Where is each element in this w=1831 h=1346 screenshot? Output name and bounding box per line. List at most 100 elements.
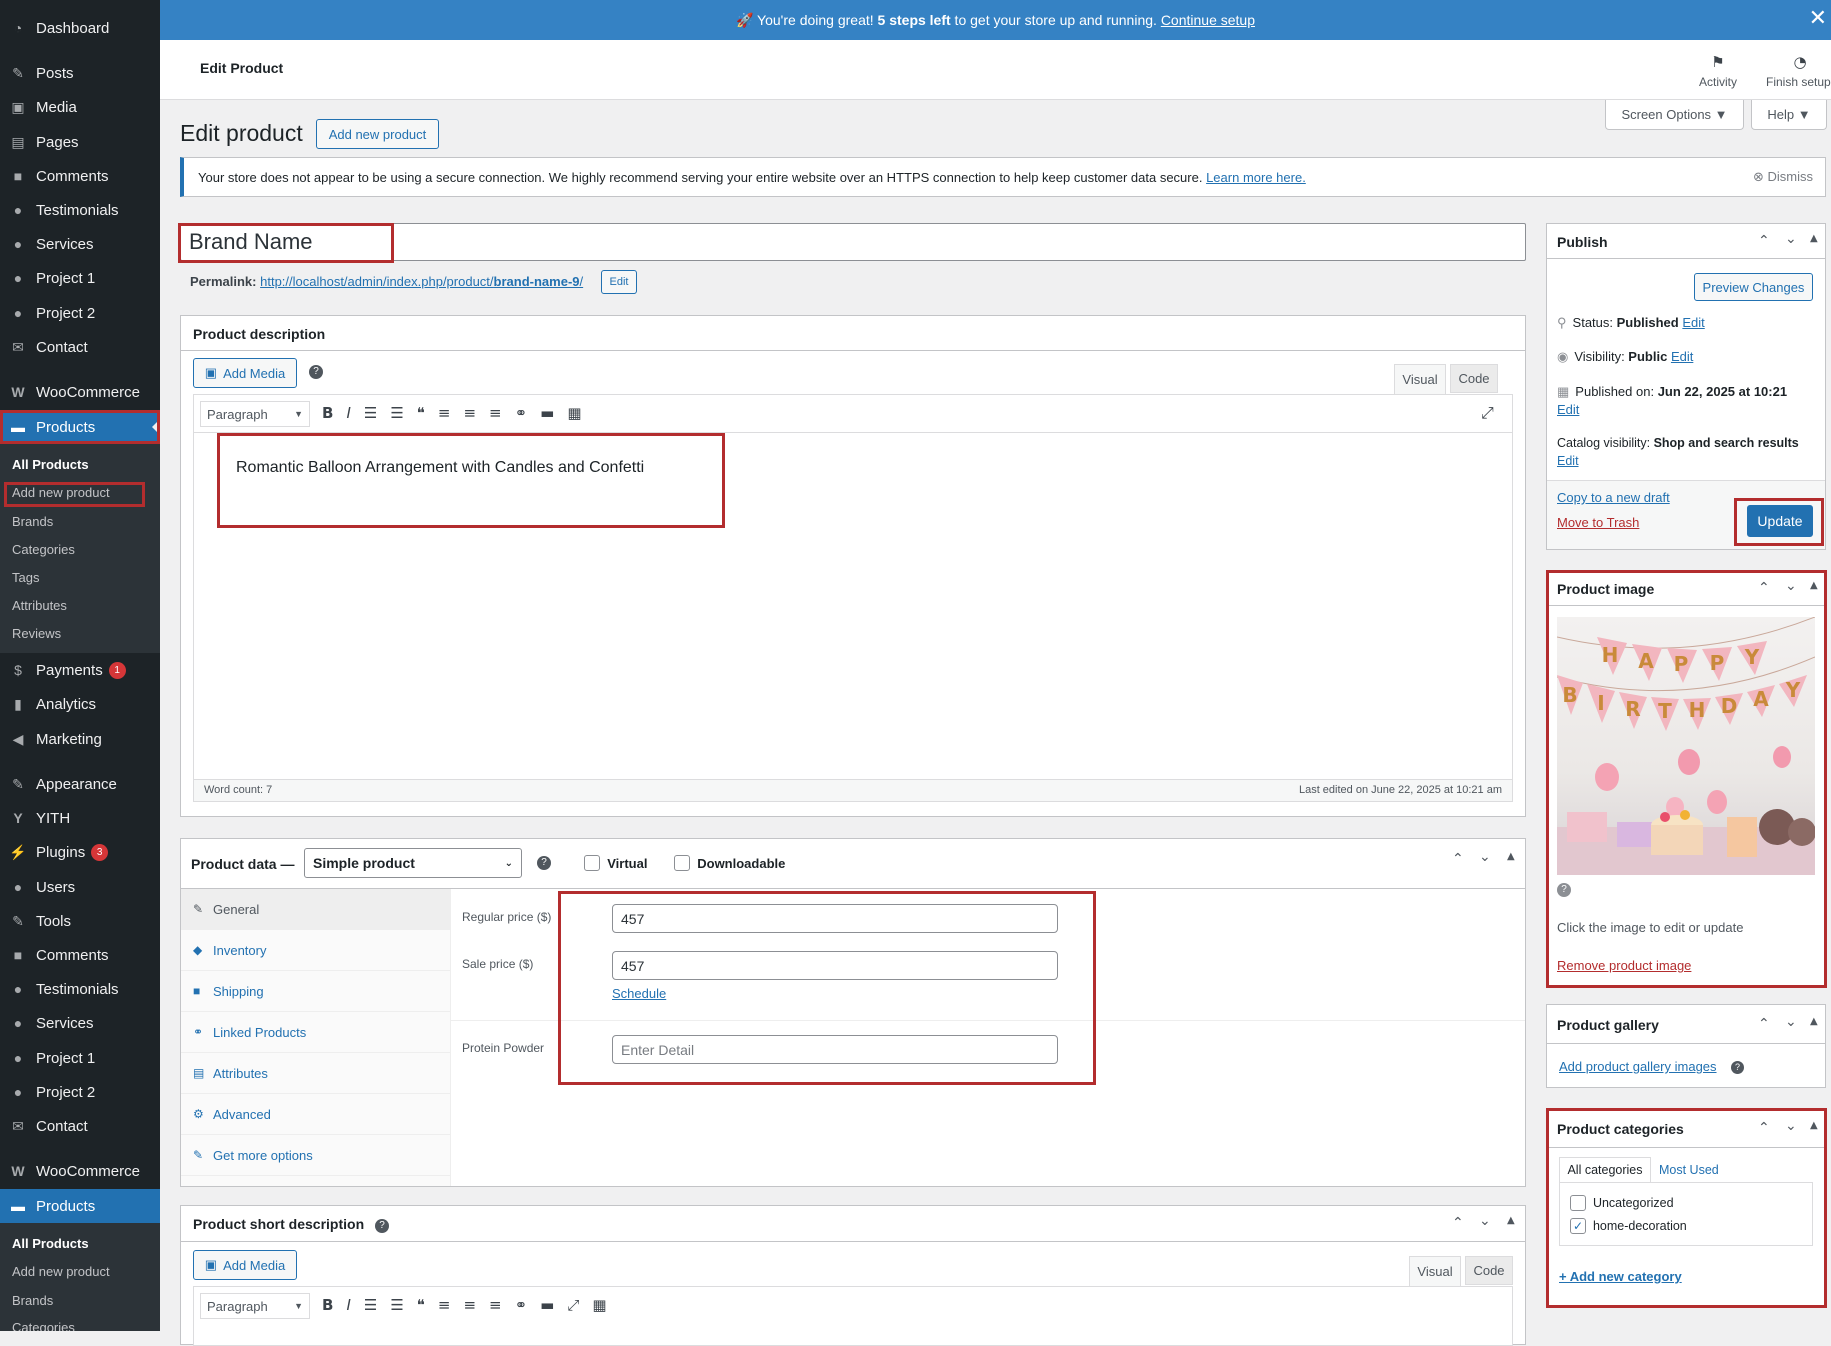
toggle-panel-icon[interactable]: ▲ bbox=[1810, 1120, 1818, 1131]
screen-options-button[interactable]: Screen Options ▼ bbox=[1605, 100, 1744, 130]
toolbar-toggle-icon[interactable]: ▦ bbox=[567, 404, 594, 422]
sale-price-input[interactable]: 457 bbox=[612, 951, 1058, 980]
help-button[interactable]: Help ▼ bbox=[1751, 100, 1827, 130]
tab-get-more-options[interactable]: ✎ Get more options bbox=[181, 1135, 451, 1176]
align-left-icon[interactable]: ≡ bbox=[438, 1296, 464, 1314]
checkbox-unchecked[interactable] bbox=[584, 855, 600, 871]
product-image[interactable]: H A P P Y B I R T H D A Y bbox=[1557, 617, 1815, 875]
menu-users[interactable]: ● Users bbox=[0, 870, 160, 904]
dismiss-button[interactable]: ⊗ Dismiss bbox=[1753, 169, 1813, 185]
menu-dashboard[interactable]: ◔ Dashboard bbox=[0, 11, 160, 45]
submenu-brands[interactable]: Brands bbox=[0, 507, 160, 535]
toolbar-toggle-icon[interactable]: ▦ bbox=[592, 1296, 619, 1314]
submenu-categories-2[interactable]: Categories bbox=[0, 1313, 160, 1332]
tab-inventory[interactable]: ◆ Inventory bbox=[181, 930, 451, 971]
tab-linked-products[interactable]: ⚭ Linked Products bbox=[181, 1012, 451, 1053]
tab-attributes[interactable]: ▤ Attributes bbox=[181, 1053, 451, 1094]
add-media-button[interactable]: ▣ Add Media bbox=[193, 1250, 297, 1280]
quote-icon[interactable]: ❝ bbox=[417, 1296, 438, 1314]
format-select[interactable]: Paragraph ▼ bbox=[200, 401, 310, 427]
align-right-icon[interactable]: ≡ bbox=[489, 1296, 515, 1314]
checkbox-unchecked[interactable] bbox=[674, 855, 690, 871]
fullscreen-icon[interactable]: ⤢ bbox=[567, 1296, 592, 1314]
menu-products[interactable]: ▬ Products bbox=[0, 410, 160, 444]
activity-button[interactable]: ⚑ Activity bbox=[1688, 50, 1748, 96]
link-icon[interactable]: ⚭ bbox=[515, 1296, 541, 1314]
finish-setup-button[interactable]: ◔ Finish setup bbox=[1762, 50, 1831, 96]
align-right-icon[interactable]: ≡ bbox=[489, 404, 515, 422]
preview-changes-button[interactable]: Preview Changes bbox=[1694, 273, 1813, 301]
submenu-brands-2[interactable]: Brands bbox=[0, 1286, 160, 1314]
submenu-add-new-product[interactable]: Add new product bbox=[0, 478, 160, 506]
schedule-link[interactable]: Schedule bbox=[612, 986, 666, 1001]
status-edit-link[interactable]: Edit bbox=[1682, 315, 1704, 330]
tab-visual[interactable]: Visual bbox=[1394, 364, 1446, 394]
regular-price-input[interactable]: 457 bbox=[612, 904, 1058, 933]
toggle-panel-icon[interactable]: ▲ bbox=[1810, 1016, 1818, 1027]
menu-project-1-2[interactable]: ● Project 1 bbox=[0, 1041, 160, 1075]
menu-testimonials-2[interactable]: ● Testimonials bbox=[0, 972, 160, 1006]
product-type-select[interactable]: Simple product ⌄ bbox=[304, 848, 522, 878]
tab-shipping[interactable]: ■ Shipping bbox=[181, 971, 451, 1012]
move-up-icon[interactable]: ⌃ bbox=[1758, 1016, 1770, 1032]
numbered-list-icon[interactable]: ☰ bbox=[390, 404, 416, 422]
menu-plugins[interactable]: ⚡ Plugins 3 bbox=[0, 835, 160, 869]
move-down-icon[interactable]: ⌄ bbox=[1785, 231, 1797, 247]
help-icon[interactable]: ? bbox=[1557, 883, 1571, 897]
submenu-reviews[interactable]: Reviews bbox=[0, 619, 160, 647]
add-media-button[interactable]: ▣ Add Media bbox=[193, 358, 297, 388]
menu-media[interactable]: ▣ Media bbox=[0, 90, 160, 124]
toggle-panel-icon[interactable]: ▲ bbox=[1507, 851, 1515, 862]
bold-icon[interactable]: B bbox=[322, 404, 346, 422]
permalink-link[interactable]: http://localhost/admin/index.php/product… bbox=[260, 274, 583, 289]
align-left-icon[interactable]: ≡ bbox=[438, 404, 464, 422]
menu-contact-2[interactable]: ✉ Contact bbox=[0, 1109, 160, 1143]
toggle-panel-icon[interactable]: ▲ bbox=[1507, 1215, 1515, 1226]
downloadable-checkbox[interactable]: Downloadable bbox=[674, 855, 785, 871]
align-center-icon[interactable]: ≡ bbox=[463, 404, 489, 422]
published-edit-link[interactable]: Edit bbox=[1557, 402, 1579, 417]
menu-comments[interactable]: ■ Comments bbox=[0, 159, 160, 193]
fullscreen-icon[interactable]: ⤢ bbox=[1481, 403, 1494, 423]
menu-yith[interactable]: Y YITH bbox=[0, 801, 160, 835]
menu-posts[interactable]: ✎ Posts bbox=[0, 56, 160, 90]
menu-products-2[interactable]: ▬ Products bbox=[0, 1189, 160, 1223]
help-icon[interactable]: ? bbox=[309, 365, 323, 379]
menu-project-2-2[interactable]: ● Project 2 bbox=[0, 1075, 160, 1109]
format-select[interactable]: Paragraph ▼ bbox=[200, 1293, 310, 1319]
numbered-list-icon[interactable]: ☰ bbox=[390, 1296, 416, 1314]
menu-appearance[interactable]: ✎ Appearance bbox=[0, 767, 160, 801]
remove-image-link[interactable]: Remove product image bbox=[1557, 958, 1691, 973]
tab-advanced[interactable]: ⚙ Advanced bbox=[181, 1094, 451, 1135]
bullet-list-icon[interactable]: ☰ bbox=[364, 404, 390, 422]
bold-icon[interactable]: B bbox=[322, 1296, 346, 1314]
menu-project-1[interactable]: ● Project 1 bbox=[0, 261, 160, 295]
category-uncategorized[interactable]: Uncategorized bbox=[1570, 1195, 1674, 1211]
add-gallery-images-link[interactable]: Add product gallery images bbox=[1559, 1059, 1717, 1074]
tab-visual[interactable]: Visual bbox=[1409, 1256, 1461, 1286]
tab-code[interactable]: Code bbox=[1465, 1256, 1513, 1285]
virtual-checkbox[interactable]: Virtual bbox=[584, 855, 647, 871]
help-icon[interactable]: ? bbox=[537, 856, 551, 870]
close-icon[interactable]: ✕ bbox=[1809, 6, 1827, 31]
tab-all-categories[interactable]: All categories bbox=[1559, 1157, 1651, 1183]
menu-marketing[interactable]: ◀ Marketing bbox=[0, 722, 160, 756]
bullet-list-icon[interactable]: ☰ bbox=[364, 1296, 390, 1314]
quote-icon[interactable]: ❝ bbox=[417, 404, 438, 422]
tab-general[interactable]: ✎ General bbox=[181, 889, 451, 930]
menu-project-2[interactable]: ● Project 2 bbox=[0, 296, 160, 330]
toggle-panel-icon[interactable]: ▲ bbox=[1810, 580, 1818, 591]
checkbox-unchecked[interactable] bbox=[1570, 1195, 1586, 1211]
submenu-tags[interactable]: Tags bbox=[0, 563, 160, 591]
help-icon[interactable]: ? bbox=[375, 1219, 389, 1233]
move-up-icon[interactable]: ⌃ bbox=[1452, 1215, 1464, 1231]
read-more-icon[interactable]: ▬ bbox=[540, 404, 567, 422]
learn-more-link[interactable]: Learn more here. bbox=[1206, 170, 1306, 185]
update-button[interactable]: Update bbox=[1747, 505, 1813, 537]
align-center-icon[interactable]: ≡ bbox=[463, 1296, 489, 1314]
menu-payments[interactable]: $ Payments 1 bbox=[0, 653, 160, 687]
toggle-panel-icon[interactable]: ▲ bbox=[1810, 233, 1818, 244]
add-new-product-button[interactable]: Add new product bbox=[316, 119, 439, 149]
submenu-all-products[interactable]: All Products bbox=[0, 450, 160, 478]
protein-powder-input[interactable]: Enter Detail bbox=[612, 1035, 1058, 1064]
